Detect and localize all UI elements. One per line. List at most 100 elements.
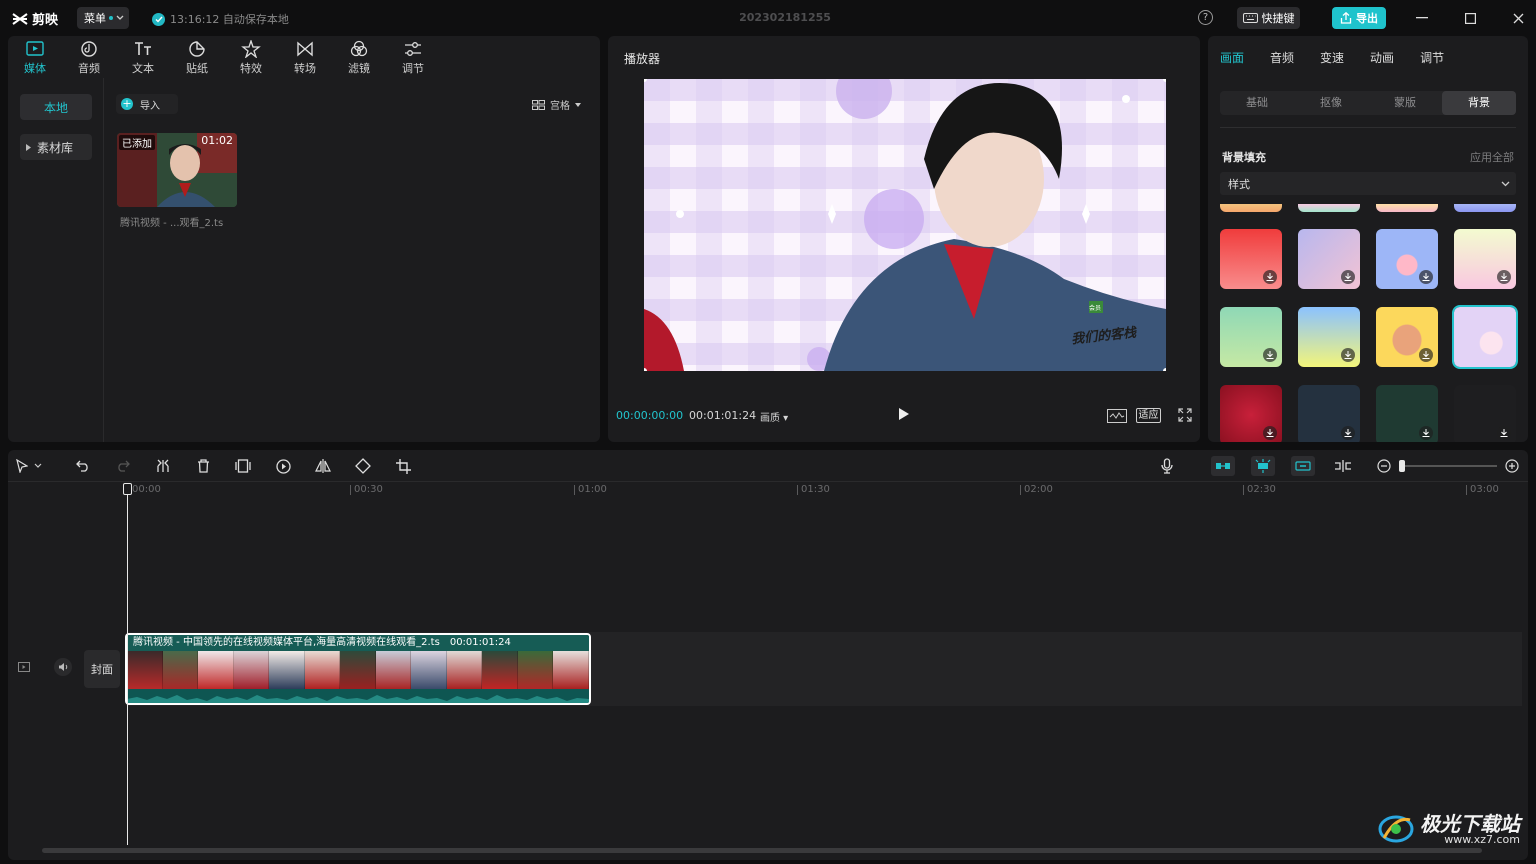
sidebar-item-library[interactable]: 素材库 xyxy=(20,134,92,160)
media-panel: 媒体 音频 文本 贴纸 特效 转场 滤镜 调节 本地 素材库 + 导入 宫格 已… xyxy=(8,36,600,442)
close-icon[interactable] xyxy=(1510,10,1526,26)
background-swatch[interactable] xyxy=(1454,385,1516,442)
resize-handle[interactable] xyxy=(644,368,647,371)
subtab-mask[interactable]: 蒙版 xyxy=(1368,91,1442,115)
crop-button[interactable] xyxy=(394,457,412,475)
rotate-icon xyxy=(355,458,371,474)
reverse-button[interactable] xyxy=(274,457,292,475)
track-mute-icon[interactable] xyxy=(54,658,72,676)
background-swatch[interactable] xyxy=(1220,229,1282,289)
background-swatch[interactable] xyxy=(1298,307,1360,367)
rotate-button[interactable] xyxy=(354,457,372,475)
video-clip[interactable]: 腾讯视频 - 中国领先的在线视频媒体平台,海量高清视频在线观看_2.ts 00:… xyxy=(125,633,591,705)
linkage-button[interactable] xyxy=(1291,456,1315,476)
quality-dropdown[interactable]: 画质 ▾ xyxy=(760,409,788,424)
split-button[interactable] xyxy=(154,457,172,475)
play-button[interactable] xyxy=(898,407,910,421)
tab-audio[interactable]: 音频 xyxy=(62,36,116,78)
tick-label: 03:00 xyxy=(1466,485,1499,495)
tab-picture[interactable]: 画面 xyxy=(1220,49,1244,66)
mirror-button[interactable] xyxy=(314,457,332,475)
plus-icon: + xyxy=(121,97,133,110)
track-visibility-icon[interactable] xyxy=(18,662,30,672)
tab-label: 特效 xyxy=(240,62,262,75)
delete-button[interactable] xyxy=(194,457,212,475)
background-swatch[interactable] xyxy=(1376,385,1438,442)
tick-label: 02:30 xyxy=(1243,485,1276,495)
resize-handle[interactable] xyxy=(1163,79,1166,82)
zoom-slider-handle[interactable] xyxy=(1399,460,1405,472)
media-thumbnail[interactable]: 已添加 01:02 xyxy=(117,133,237,207)
waveform-toggle[interactable] xyxy=(1107,409,1127,423)
zoom-slider-track[interactable] xyxy=(1401,465,1497,467)
background-swatch[interactable] xyxy=(1376,307,1438,367)
preview-axis-icon xyxy=(1335,460,1351,472)
export-icon xyxy=(1340,12,1352,24)
background-swatch[interactable] xyxy=(1376,229,1438,289)
background-swatch[interactable] xyxy=(1220,385,1282,442)
thumb-duration: 01:02 xyxy=(201,134,233,147)
clip-filmstrip xyxy=(127,651,589,689)
playhead-line[interactable] xyxy=(127,483,128,845)
tab-animation[interactable]: 动画 xyxy=(1370,49,1394,66)
sidebar-item-local[interactable]: 本地 xyxy=(20,94,92,120)
auto-snap-button[interactable] xyxy=(1251,456,1275,476)
tab-text[interactable]: 文本 xyxy=(116,36,170,78)
tab-sticker[interactable]: 贴纸 xyxy=(170,36,224,78)
caret-right-icon xyxy=(26,143,31,151)
background-swatch[interactable] xyxy=(1376,204,1438,212)
import-button[interactable]: + 导入 xyxy=(116,94,178,114)
view-mode-toggle[interactable]: 宫格 xyxy=(532,97,581,112)
notification-dot xyxy=(109,16,113,20)
freeze-button[interactable] xyxy=(234,457,252,475)
subtab-cutout[interactable]: 抠像 xyxy=(1294,91,1368,115)
undo-button[interactable] xyxy=(74,457,92,475)
tab-effects[interactable]: 特效 xyxy=(224,36,278,78)
time-ruler[interactable]: 00:00 00:30 01:00 01:30 02:00 02:30 03:0… xyxy=(8,482,1528,500)
zoom-out-button[interactable] xyxy=(1375,457,1393,475)
background-swatch[interactable] xyxy=(1220,307,1282,367)
main-track-magnet-button[interactable] xyxy=(1211,456,1235,476)
minimize-icon[interactable] xyxy=(1414,10,1430,26)
tab-speed[interactable]: 变速 xyxy=(1320,49,1344,66)
background-swatch[interactable] xyxy=(1220,204,1282,212)
export-button[interactable]: 导出 xyxy=(1332,7,1386,29)
redo-icon xyxy=(118,460,130,472)
playhead-handle[interactable] xyxy=(123,483,132,495)
tab-audio-props[interactable]: 音频 xyxy=(1270,49,1294,66)
help-icon[interactable]: ? xyxy=(1198,10,1213,25)
select-tool[interactable] xyxy=(16,457,54,475)
background-swatch[interactable] xyxy=(1298,385,1360,442)
zoom-in-button[interactable] xyxy=(1503,457,1521,475)
chevron-down-icon xyxy=(34,463,42,468)
background-swatch[interactable] xyxy=(1298,204,1360,212)
waveform-icon xyxy=(1107,409,1127,423)
subtab-basic[interactable]: 基础 xyxy=(1220,91,1294,115)
clip-header: 腾讯视频 - 中国领先的在线视频媒体平台,海量高清视频在线观看_2.ts 00:… xyxy=(127,635,589,651)
tab-adjust[interactable]: 调节 xyxy=(386,36,440,78)
fit-button[interactable]: 适应 xyxy=(1136,408,1161,423)
fullscreen-icon[interactable] xyxy=(1178,408,1192,422)
background-swatch-selected[interactable] xyxy=(1452,305,1518,369)
redo-button[interactable] xyxy=(114,457,132,475)
style-dropdown[interactable]: 样式 xyxy=(1220,172,1516,195)
tab-adjust-props[interactable]: 调节 xyxy=(1420,49,1444,66)
video-preview[interactable]: 我们的客栈 会员 xyxy=(644,79,1166,371)
tab-filter[interactable]: 滤镜 xyxy=(332,36,386,78)
background-swatch[interactable] xyxy=(1454,204,1516,212)
background-swatch[interactable] xyxy=(1298,229,1360,289)
subtab-background[interactable]: 背景 xyxy=(1442,91,1516,115)
maximize-icon[interactable] xyxy=(1462,10,1478,26)
apply-all-button[interactable]: 应用全部 xyxy=(1470,149,1514,165)
tab-transition[interactable]: 转场 xyxy=(278,36,332,78)
resize-handle[interactable] xyxy=(1163,368,1166,371)
undo-icon xyxy=(76,460,88,472)
record-button[interactable] xyxy=(1158,457,1176,475)
timeline-scrollbar[interactable] xyxy=(42,848,1482,853)
tab-media[interactable]: 媒体 xyxy=(8,36,62,78)
background-swatch[interactable] xyxy=(1454,229,1516,289)
cover-button[interactable]: 封面 xyxy=(84,650,120,688)
preview-axis-button[interactable] xyxy=(1334,457,1352,475)
shortcut-button[interactable]: 快捷键 xyxy=(1237,7,1300,29)
menu-button[interactable]: 菜单 xyxy=(77,7,129,29)
